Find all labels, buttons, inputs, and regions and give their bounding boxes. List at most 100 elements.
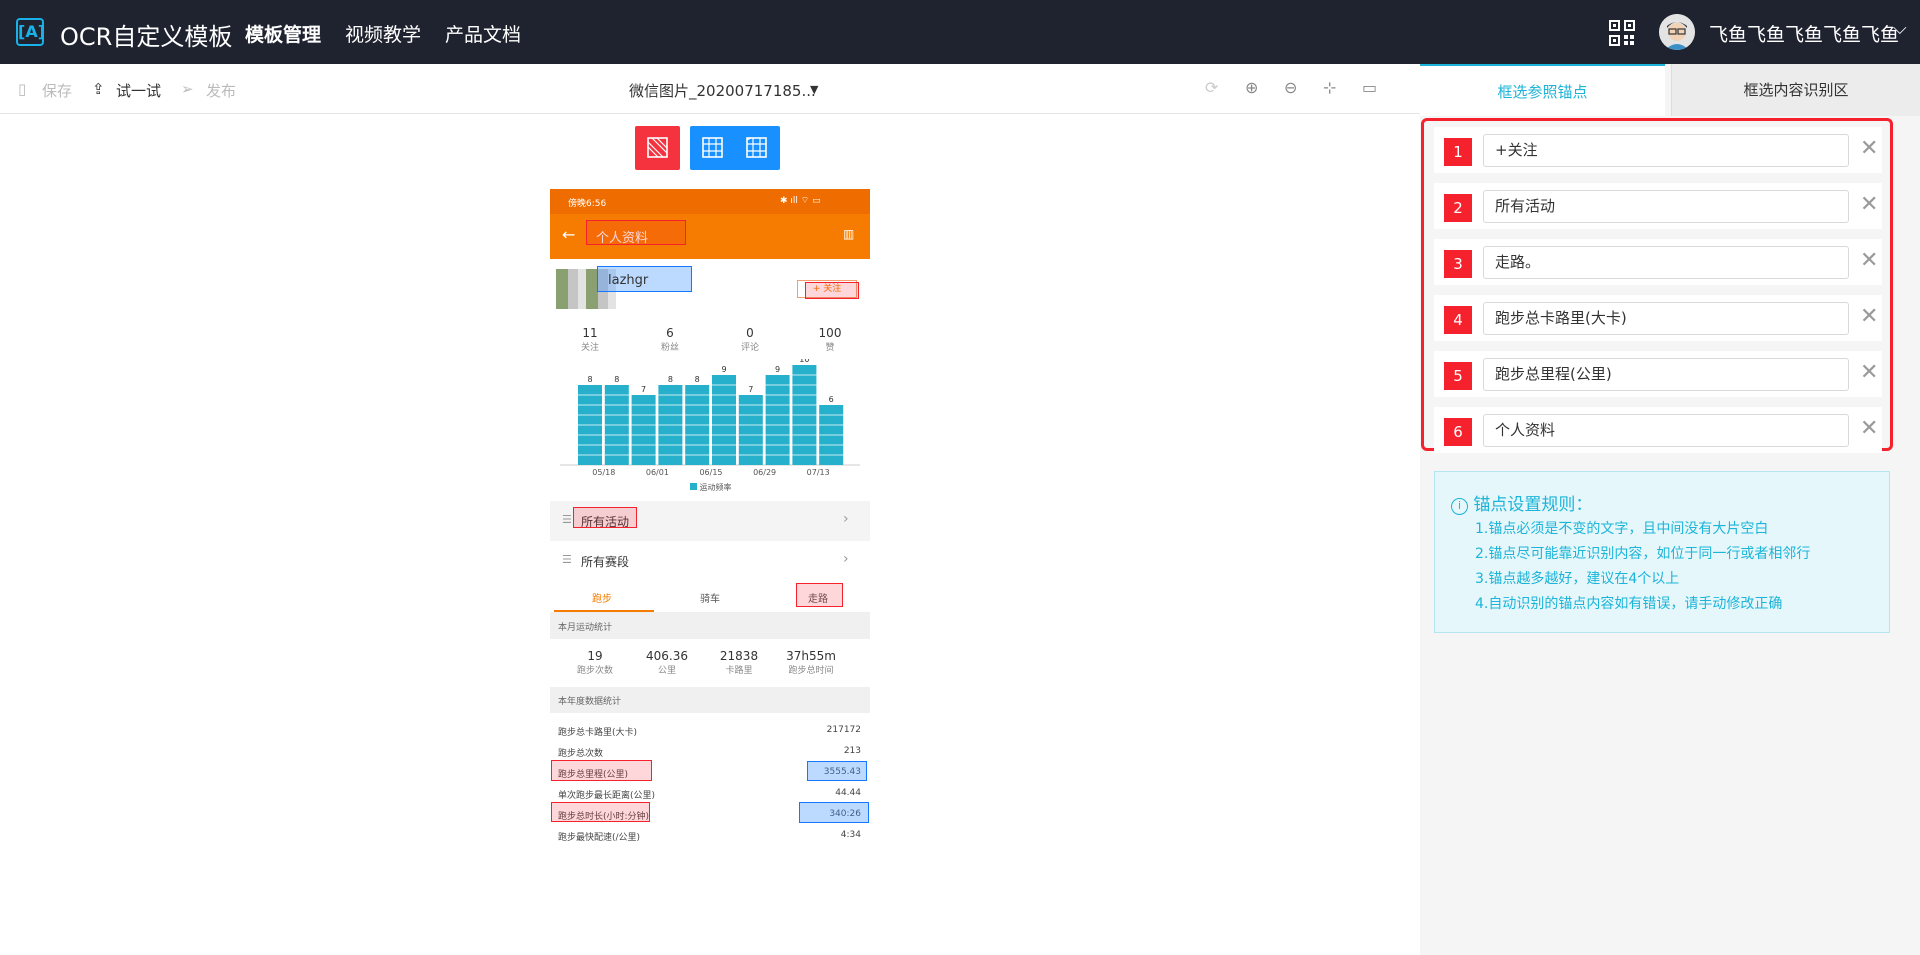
year-title: 本年度数据统计 bbox=[558, 697, 622, 707]
anchor-box-6[interactable] bbox=[586, 220, 686, 245]
anchor-input[interactable]: +关注 bbox=[1483, 134, 1849, 167]
year-stat-row: 跑步总卡路里(大卡) 217172 bbox=[550, 719, 870, 740]
chart-data-label: 8 bbox=[668, 375, 673, 384]
rotate-icon[interactable]: ⟳ bbox=[1205, 78, 1218, 97]
year-stat-label: 跑步总卡路里(大卡) bbox=[558, 728, 638, 738]
chart-data-label: 8 bbox=[587, 375, 592, 384]
anchor-select-icon bbox=[647, 137, 668, 158]
username[interactable]: 飞鱼飞鱼飞鱼飞鱼飞鱼 bbox=[1709, 20, 1899, 47]
close-icon[interactable]: ✕ bbox=[1860, 247, 1878, 275]
recognition-box-mileage[interactable] bbox=[799, 802, 869, 823]
chart-icon: ▥ bbox=[843, 227, 855, 241]
anchor-row: 4 跑步总卡路里(大卡) ✕ bbox=[1434, 295, 1882, 341]
fit-screen-icon[interactable]: ⊹ bbox=[1323, 78, 1336, 97]
tab-cycling: 骑车 bbox=[700, 594, 720, 605]
stat-likes: 100 赞 bbox=[818, 326, 842, 353]
anchor-box-1[interactable] bbox=[805, 282, 859, 299]
rule-item: 4.自动识别的锚点内容如有错误，请手动修改正确 bbox=[1475, 596, 1783, 612]
chart-bar bbox=[712, 375, 736, 465]
year-stat-value: 4:34 bbox=[840, 830, 861, 840]
chart-bar bbox=[738, 395, 763, 465]
zoom-in-icon[interactable]: ⊕ bbox=[1245, 78, 1258, 97]
chart-data-label: 6 bbox=[829, 395, 834, 404]
year-stat-value: 213 bbox=[843, 746, 861, 756]
anchor-number: 2 bbox=[1444, 194, 1472, 222]
anchor-row: 1 +关注 ✕ bbox=[1434, 127, 1882, 173]
app-logo-icon[interactable]: [A] bbox=[16, 18, 45, 46]
anchor-mode-button[interactable] bbox=[635, 126, 680, 170]
send-icon: ➢ bbox=[181, 80, 194, 98]
table-region-icons[interactable] bbox=[690, 126, 780, 170]
anchor-box-5[interactable] bbox=[551, 802, 650, 822]
tab-anchor[interactable]: 框选参照锚点 bbox=[1420, 64, 1665, 116]
year-stat-row: 单次跑步最长距离(公里) 44.44 bbox=[550, 782, 870, 803]
month-title-row: 本月运动统计 bbox=[550, 613, 870, 639]
close-icon[interactable]: ✕ bbox=[1860, 415, 1878, 443]
nav-product-docs[interactable]: 产品文档 bbox=[445, 20, 521, 47]
anchor-rules-box: i 锚点设置规则： 1.锚点必须是不变的文字，且中间没有大片空白 2.锚点尽可能… bbox=[1434, 471, 1890, 633]
tab-running: 跑步 bbox=[592, 594, 612, 605]
year-stat-label: 跑步最快配速(/公里) bbox=[558, 833, 641, 843]
chevron-right-icon: › bbox=[843, 511, 849, 527]
chevron-right-icon: › bbox=[843, 551, 849, 567]
close-icon[interactable]: ✕ bbox=[1860, 359, 1878, 387]
rules-title: i 锚点设置规则： bbox=[1451, 490, 1592, 515]
anchor-input[interactable]: 所有活动 bbox=[1483, 190, 1849, 223]
anchor-input[interactable]: 个人资料 bbox=[1483, 414, 1849, 447]
close-icon[interactable]: ✕ bbox=[1860, 135, 1878, 163]
file-name-dropdown[interactable]: 微信图片_20200717185... bbox=[629, 80, 816, 101]
publish-button[interactable]: 发布 bbox=[206, 80, 236, 101]
close-icon[interactable]: ✕ bbox=[1860, 191, 1878, 219]
anchor-box-4[interactable] bbox=[551, 760, 652, 781]
anchor-number: 1 bbox=[1444, 138, 1472, 166]
chart-data-label: 8 bbox=[614, 375, 619, 384]
year-stat-row: 跑步总次数 213 bbox=[550, 740, 870, 761]
chart-data-label: 10 bbox=[799, 359, 809, 364]
active-tab-indicator bbox=[554, 610, 654, 612]
chart-x-tick-label: 07/13 bbox=[807, 468, 830, 477]
anchor-input[interactable]: 跑步总里程(公里) bbox=[1483, 358, 1849, 391]
zoom-out-icon[interactable]: ⊖ bbox=[1284, 78, 1297, 97]
chart-x-tick-label: 06/01 bbox=[646, 468, 669, 477]
anchor-box-3[interactable] bbox=[796, 583, 843, 607]
month-stat-runs: 19 跑步次数 bbox=[576, 649, 613, 676]
qrcode-icon[interactable] bbox=[1609, 20, 1635, 46]
nav-template-management[interactable]: 模板管理 bbox=[245, 20, 321, 47]
stat-comments: 0 评论 bbox=[740, 326, 759, 353]
chevron-down-icon[interactable]: ⌵ bbox=[1893, 18, 1907, 39]
anchor-input[interactable]: 跑步总卡路里(大卡) bbox=[1483, 302, 1849, 335]
ruler-icon[interactable]: ▭ bbox=[1362, 78, 1377, 97]
tab-content-region[interactable]: 框选内容识别区 bbox=[1671, 64, 1920, 116]
save-icon: ▯ bbox=[18, 80, 27, 98]
chart-data-label: 7 bbox=[641, 385, 646, 394]
nav-video-tutorial[interactable]: 视频教学 bbox=[345, 20, 421, 47]
anchor-input[interactable]: 走路。 bbox=[1483, 246, 1849, 279]
year-stat-value: 44.44 bbox=[835, 788, 861, 798]
avatar[interactable] bbox=[1659, 14, 1695, 50]
month-stat-km: 406.36 公里 bbox=[646, 649, 688, 676]
anchor-number: 3 bbox=[1444, 250, 1472, 278]
list-icon: ☰ bbox=[562, 553, 572, 566]
anchor-box-2[interactable] bbox=[573, 507, 637, 528]
legend-label: 运动频率 bbox=[699, 483, 732, 492]
close-icon[interactable]: ✕ bbox=[1860, 303, 1878, 331]
phone-username: lazhgr bbox=[608, 273, 649, 288]
app-name[interactable]: OCR自定义模板 bbox=[60, 17, 232, 52]
chart-x-tick-label: 05/18 bbox=[592, 468, 615, 477]
status-icons: ✱ ıll ⌔ ▭ bbox=[780, 196, 821, 206]
year-title-row: 本年度数据统计 bbox=[550, 687, 870, 713]
anchor-row: 5 跑步总里程(公里) ✕ bbox=[1434, 351, 1882, 397]
save-button[interactable]: 保存 bbox=[42, 80, 72, 101]
upload-icon: ⇪ bbox=[92, 80, 105, 98]
caret-down-icon[interactable]: ▼ bbox=[810, 83, 818, 96]
try-button[interactable]: 试一试 bbox=[116, 80, 161, 101]
phone-screenshot[interactable]: 傍晚6:56 ✱ ıll ⌔ ▭ ← 个人资料 ▥ lazhgr + 关注 11… bbox=[550, 189, 870, 889]
anchor-number: 4 bbox=[1444, 306, 1472, 334]
rule-item: 3.锚点越多越好，建议在4个以上 bbox=[1475, 571, 1680, 587]
chart-data-label: 7 bbox=[748, 385, 753, 394]
year-stat-value: 217172 bbox=[826, 725, 861, 735]
info-icon: i bbox=[1451, 498, 1468, 515]
chart-data-label: 9 bbox=[775, 365, 780, 374]
recognition-box-calories[interactable] bbox=[807, 761, 867, 781]
activity-chart: 8 8 7 8 8 9 7 9 10 6 05/18 06/01 06/15 06/29 07/13 bbox=[560, 359, 860, 477]
